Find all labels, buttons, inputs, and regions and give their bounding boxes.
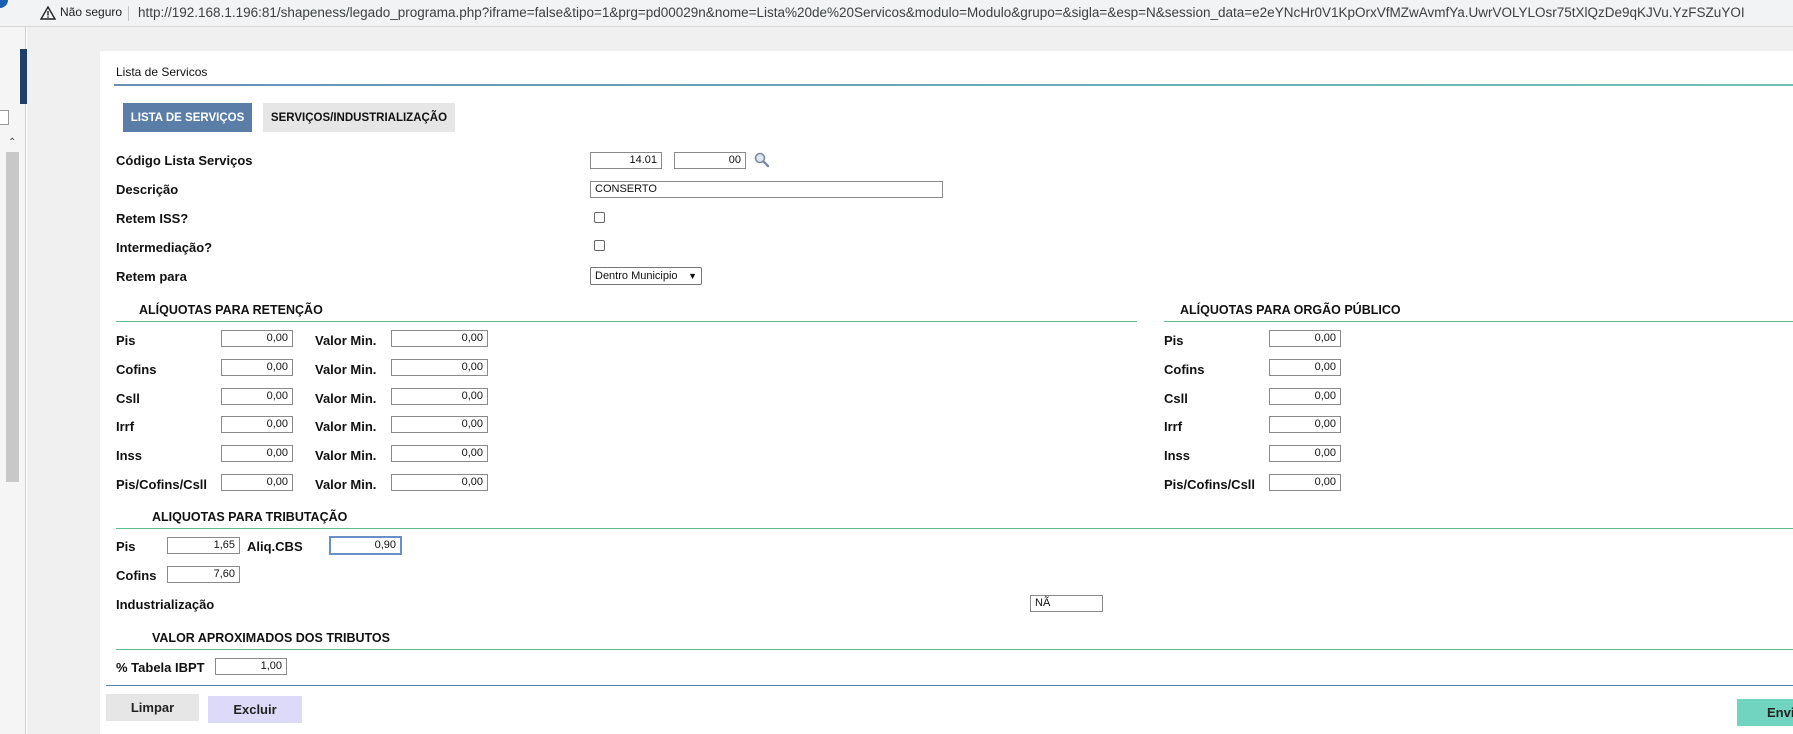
orgao-cofins-input[interactable]: 0,00 <box>1269 359 1341 376</box>
industrializacao-input[interactable]: NÃ <box>1030 595 1103 612</box>
title-underline <box>114 84 1793 86</box>
retencao-label-pis: Pis <box>116 333 136 348</box>
chevron-up-icon[interactable]: ⌃ <box>8 137 20 149</box>
retencao-inss-valor-min-input[interactable]: 0,00 <box>391 445 488 462</box>
browser-badge-icon <box>0 0 8 8</box>
ibpt-input[interactable]: 1,00 <box>215 658 287 675</box>
frame-gap-top <box>27 27 1793 51</box>
retencao-cofins-valor-min-input[interactable]: 0,00 <box>391 359 488 376</box>
retencao-pis-cofins-csll-valor-min-input[interactable]: 0,00 <box>391 474 488 491</box>
chevron-down-icon: ▼ <box>688 271 697 281</box>
frame-gap-left <box>27 27 102 734</box>
sidebar-mini-input[interactable] <box>0 110 9 125</box>
retencao-irrf-input[interactable]: 0,00 <box>221 416 293 433</box>
tributacao-pis-label: Pis <box>116 539 136 554</box>
limpar-button[interactable]: Limpar <box>106 694 199 721</box>
valor-min-label: Valor Min. <box>315 391 377 406</box>
sidebar-accent <box>20 49 27 104</box>
orgao-label-pis-cofins-csll: Pis/Cofins/Csll <box>1164 477 1256 492</box>
retem-iss-checkbox[interactable] <box>594 212 605 223</box>
orgao-inss-input[interactable]: 0,00 <box>1269 445 1341 462</box>
scrollbar[interactable] <box>6 152 19 482</box>
retencao-label-cofins: Cofins <box>116 362 157 377</box>
intermediacao-checkbox[interactable] <box>594 240 605 251</box>
valor-min-label: Valor Min. <box>315 477 377 492</box>
retem-para-select[interactable]: Dentro Municipio ▼ <box>590 267 702 285</box>
browser-address-bar: Não seguro http://192.168.1.196:81/shape… <box>0 0 1793 27</box>
tributacao-pis-input[interactable]: 1,65 <box>167 537 240 554</box>
retencao-label-pis-cofins-csll: Pis/Cofins/Csll <box>116 477 208 492</box>
valor-min-label: Valor Min. <box>315 362 377 377</box>
orgao-publico-section-title: ALÍQUOTAS PARA ORGÃO PÚBLICO <box>1180 303 1401 317</box>
retencao-pis-cofins-csll-input[interactable]: 0,00 <box>221 474 293 491</box>
orgao-label-cofins: Cofins <box>1164 362 1205 377</box>
orgao-pis-cofins-csll-input[interactable]: 0,00 <box>1269 474 1341 491</box>
retencao-pis-input[interactable]: 0,00 <box>221 330 293 347</box>
orgao-label-irrf: Irrf <box>1164 419 1183 434</box>
retencao-section-title: ALÍQUOTAS PARA RETENÇÃO <box>139 303 323 317</box>
codigo-sub-input[interactable]: 00 <box>674 152 746 169</box>
tributacao-section-title: ALIQUOTAS PARA TRIBUTAÇÃO <box>152 510 348 524</box>
not-secure-label[interactable]: Não seguro <box>60 5 122 19</box>
ibpt-label: % Tabela IBPT <box>116 660 205 675</box>
descricao-input[interactable]: CONSERTO <box>590 181 943 198</box>
address-divider <box>128 6 129 21</box>
retencao-label-csll: Csll <box>116 391 140 406</box>
tributos-section-title: VALOR APROXIMADOS DOS TRIBUTOS <box>152 631 390 645</box>
intermediacao-label: Intermediação? <box>116 240 213 255</box>
url-field[interactable]: http://192.168.1.196:81/shapeness/legado… <box>138 5 1745 20</box>
enviar-button[interactable]: Envia <box>1737 699 1793 726</box>
retem-para-label: Retem para <box>116 269 187 284</box>
codigo-label: Código Lista Serviços <box>116 153 253 168</box>
descricao-label: Descrição <box>116 182 179 197</box>
left-sidebar-strip: ⌃ <box>0 27 27 734</box>
tab-lista-de-servicos[interactable]: LISTA DE SERVIÇOS <box>123 103 252 132</box>
retencao-cofins-input[interactable]: 0,00 <box>221 359 293 376</box>
retencao-csll-valor-min-input[interactable]: 0,00 <box>391 388 488 405</box>
orgao-csll-input[interactable]: 0,00 <box>1269 388 1341 405</box>
footer-line <box>106 685 1793 686</box>
search-icon[interactable] <box>753 151 771 169</box>
retem-para-value: Dentro Municipio <box>595 270 678 282</box>
retencao-irrf-valor-min-input[interactable]: 0,00 <box>391 416 488 433</box>
retencao-inss-input[interactable]: 0,00 <box>221 445 293 462</box>
tab-servicos-industrializacao[interactable]: SERVIÇOS/INDUSTRIALIZAÇÃO <box>263 103 455 132</box>
orgao-irrf-input[interactable]: 0,00 <box>1269 416 1341 433</box>
orgao-label-csll: Csll <box>1164 391 1188 406</box>
orgao-pis-input[interactable]: 0,00 <box>1269 330 1341 347</box>
warning-icon <box>40 5 56 20</box>
industrializacao-label: Industrialização <box>116 597 215 612</box>
orgao-label-pis: Pis <box>1164 333 1184 348</box>
aliq-cbs-input[interactable]: 0,90 <box>329 536 402 555</box>
orgao-label-inss: Inss <box>1164 448 1191 463</box>
retencao-csll-input[interactable]: 0,00 <box>221 388 293 405</box>
retencao-label-irrf: Irrf <box>116 419 135 434</box>
tributacao-cofins-label: Cofins <box>116 568 157 583</box>
excluir-button[interactable]: Excluir <box>208 696 302 723</box>
retencao-section-line <box>116 321 1137 322</box>
valor-min-label: Valor Min. <box>315 448 377 463</box>
valor-min-label: Valor Min. <box>315 419 377 434</box>
codigo-input[interactable]: 14.01 <box>590 152 662 169</box>
tributacao-cofins-input[interactable]: 7,60 <box>167 566 240 583</box>
tributos-section-line <box>116 649 1793 650</box>
valor-min-label: Valor Min. <box>315 333 377 348</box>
tributacao-section-line <box>116 528 1793 529</box>
retencao-label-inss: Inss <box>116 448 143 463</box>
page-title: Lista de Servicos <box>116 65 208 79</box>
retem-iss-label: Retem ISS? <box>116 211 189 226</box>
aliq-cbs-label: Aliq.CBS <box>247 539 303 554</box>
retencao-pis-valor-min-input[interactable]: 0,00 <box>391 330 488 347</box>
orgao-publico-section-line <box>1164 321 1793 322</box>
